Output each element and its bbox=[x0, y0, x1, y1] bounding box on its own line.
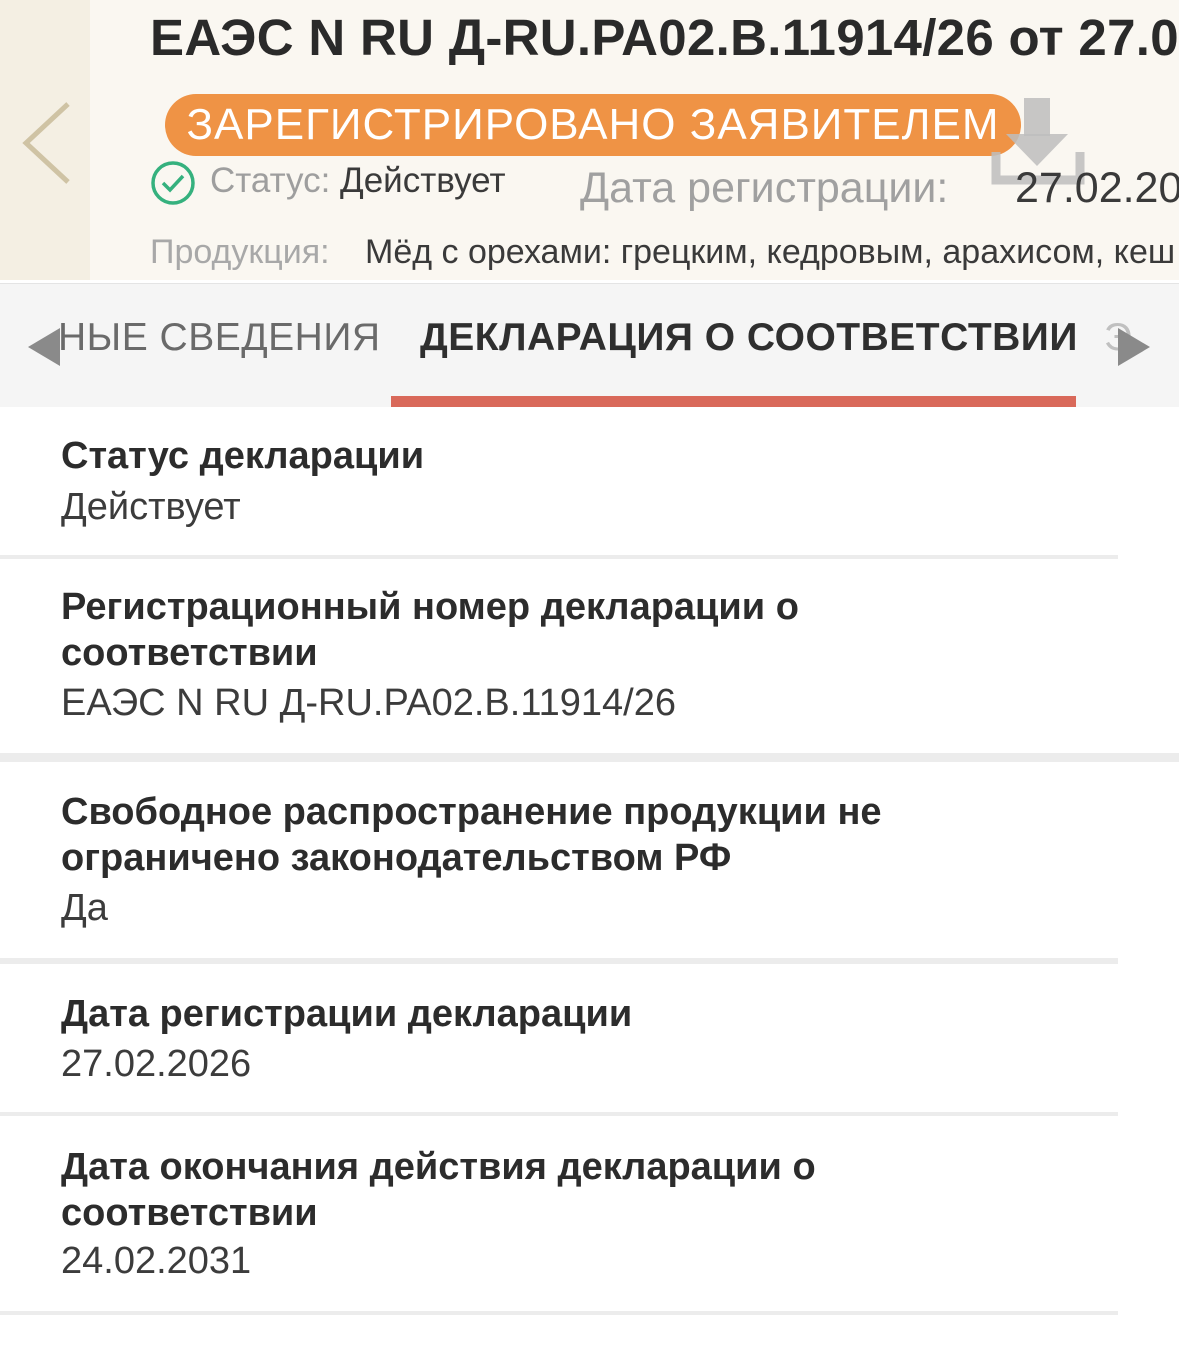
field-value: ЕАЭС N RU Д-RU.РА02.В.11914/26 bbox=[61, 682, 676, 724]
tab-scroll-left-icon[interactable] bbox=[26, 326, 62, 368]
field-value: 27.02.2026 bbox=[61, 1043, 252, 1085]
status-label: Статус: bbox=[210, 161, 331, 200]
field-expiry-date: Дата окончания действия декларации о соо… bbox=[0, 1116, 1179, 1312]
registration-date-label: Дата регистрации: bbox=[580, 164, 949, 212]
check-circle-icon bbox=[151, 161, 195, 205]
tab-scroll-right-icon[interactable] bbox=[1116, 326, 1152, 368]
back-chevron-icon[interactable] bbox=[18, 98, 78, 188]
tab-bar: НЫЕ СВЕДЕНИЯ ДЕКЛАРАЦИЯ О СООТВЕТСТВИИ Э bbox=[0, 283, 1179, 407]
field-value: 24.02.2031 bbox=[61, 1240, 252, 1282]
field-label: Статус декларации bbox=[61, 435, 425, 477]
divider bbox=[0, 1311, 1118, 1315]
field-value: Действует bbox=[61, 486, 241, 528]
field-label: Дата окончания действия декларации о соо… bbox=[61, 1146, 816, 1234]
declaration-header: ЕАЭС N RU Д-RU.РА02.В.11914/26 от 27.02.… bbox=[0, 0, 1179, 280]
field-registration-date: Дата регистрации декларации 27.02.2026 bbox=[0, 964, 1179, 1114]
declaration-title: ЕАЭС N RU Д-RU.РА02.В.11914/26 от 27.02. bbox=[150, 9, 1179, 66]
tab-declaration[interactable]: ДЕКЛАРАЦИЯ О СООТВЕТСТВИИ bbox=[420, 316, 1078, 360]
divider bbox=[0, 753, 1179, 762]
status-badge: ЗАРЕГИСТРИРОВАНО ЗАЯВИТЕЛЕМ bbox=[165, 94, 1021, 156]
product-label: Продукция: bbox=[150, 233, 330, 271]
field-free-circulation: Свободное распространение продукции не о… bbox=[0, 762, 1179, 958]
field-label: Регистрационный номер декларации о соотв… bbox=[61, 586, 799, 674]
product-value: Мёд с орехами: грецким, кедровым, арахис… bbox=[365, 233, 1176, 271]
status-value: Действует bbox=[340, 161, 506, 200]
field-registration-number: Регистрационный номер декларации о соотв… bbox=[0, 559, 1179, 754]
field-label: Дата регистрации декларации bbox=[61, 993, 633, 1035]
field-declaration-status: Статус декларации Действует bbox=[0, 406, 1179, 558]
tab-general-info[interactable]: НЫЕ СВЕДЕНИЯ bbox=[58, 316, 381, 360]
registration-date-value: 27.02.20 bbox=[1015, 164, 1179, 212]
field-label: Свободное распространение продукции не о… bbox=[61, 791, 882, 879]
field-value: Да bbox=[61, 887, 108, 929]
